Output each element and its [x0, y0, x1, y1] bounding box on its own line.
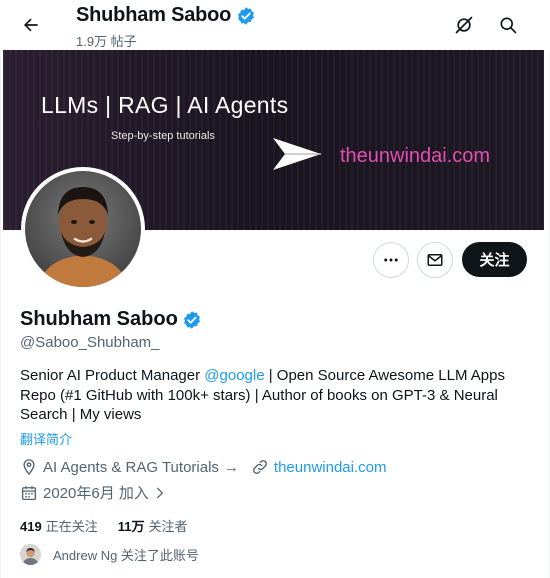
follower-avatar: [20, 544, 41, 565]
bio-text: Senior AI Product Manager: [20, 367, 205, 384]
profile-bio: Senior AI Product Manager @google | Open…: [20, 366, 532, 425]
joined-date[interactable]: 2020年6月 加入: [43, 482, 149, 503]
grok-button[interactable]: [447, 8, 481, 42]
bio-mention-link[interactable]: @google: [204, 367, 264, 384]
profile-name-row: Shubham Saboo: [20, 308, 202, 331]
grok-icon: [455, 16, 473, 34]
search-icon: [500, 17, 517, 34]
envelope-icon: [427, 254, 443, 266]
arrow-left-icon: [24, 18, 38, 32]
header-title: Shubham Saboo: [76, 4, 232, 26]
followers-label: 关注者: [148, 519, 188, 534]
calendar-icon: [20, 484, 38, 502]
profile-handle: @Saboo_Shubham_: [20, 334, 160, 351]
banner-url: theunwindai.com: [340, 145, 491, 167]
post-count: 1.9万 帖子: [76, 34, 137, 49]
following-stat[interactable]: 419 正在关注: [20, 516, 98, 535]
profile-meta-row: AI Agents & RAG Tutorials → theunwindai.…: [20, 458, 387, 476]
followers-stat[interactable]: 11万 关注者: [118, 516, 188, 535]
verified-badge-icon[interactable]: [182, 310, 202, 330]
profile-website-link[interactable]: theunwindai.com: [274, 459, 387, 476]
profile-category: AI Agents & RAG Tutorials: [43, 458, 219, 476]
header-title-row: Shubham Saboo: [76, 4, 256, 27]
back-button[interactable]: [14, 8, 48, 42]
profile-stats: 419 正在关注 11万 关注者: [20, 516, 187, 535]
more-button[interactable]: [373, 242, 409, 278]
followers-count: 11万: [117, 519, 145, 534]
following-count: 419: [20, 519, 42, 534]
profile-avatar[interactable]: [21, 167, 145, 291]
banner-title: LLMs | RAG | AI Agents: [41, 92, 289, 118]
more-icon: [384, 258, 398, 262]
message-button[interactable]: [417, 242, 453, 278]
chevron-right-icon[interactable]: [153, 486, 167, 500]
search-button[interactable]: [491, 8, 525, 42]
avatar-photo: [25, 171, 141, 287]
paper-plane-icon: [273, 138, 321, 170]
profile-name: Shubham Saboo: [20, 308, 178, 330]
category-arrow: →: [223, 458, 239, 476]
follow-button[interactable]: 关注: [462, 242, 527, 277]
profile-joined-row: 2020年6月 加入: [20, 482, 167, 503]
top-header: Shubham Saboo 1.9万 帖子: [0, 0, 550, 50]
banner-subtitle: Step-by-step tutorials: [111, 130, 215, 142]
followed-by-text: Andrew Ng 关注了此账号: [53, 548, 199, 563]
location-pin-icon: [20, 458, 38, 476]
following-label: 正在关注: [45, 519, 98, 534]
translate-bio-link[interactable]: 翻译简介: [20, 429, 72, 448]
link-icon: [251, 458, 269, 476]
verified-badge-icon: [238, 6, 255, 25]
followed-by-row[interactable]: Andrew Ng 关注了此账号: [20, 544, 199, 565]
